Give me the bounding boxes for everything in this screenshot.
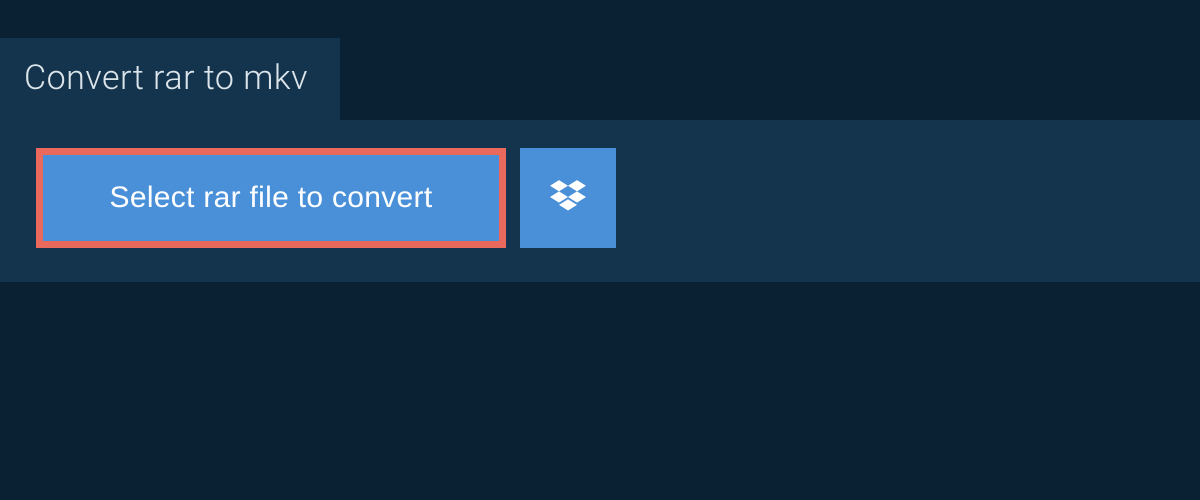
content-panel: Select rar file to convert <box>0 120 1200 282</box>
button-row: Select rar file to convert <box>36 148 1164 248</box>
select-file-button[interactable]: Select rar file to convert <box>43 155 499 241</box>
dropbox-icon <box>550 180 586 217</box>
select-file-label: Select rar file to convert <box>110 181 433 215</box>
dropbox-button[interactable] <box>520 148 616 248</box>
page-title: Convert rar to mkv <box>24 58 308 98</box>
tab-header: Convert rar to mkv <box>0 38 340 120</box>
select-file-highlight: Select rar file to convert <box>36 148 506 248</box>
